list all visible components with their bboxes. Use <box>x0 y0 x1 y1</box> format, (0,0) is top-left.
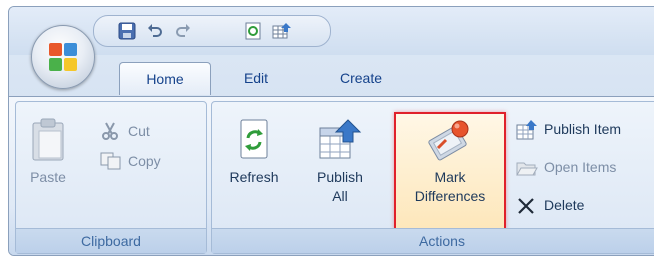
refresh-button[interactable]: Refresh <box>222 118 286 187</box>
paste-label: Paste <box>30 169 66 185</box>
office-logo-icon <box>49 43 77 71</box>
copy-icon <box>100 152 121 170</box>
open-items-label: Open Items <box>544 159 617 175</box>
scissors-icon <box>102 122 118 140</box>
mark-differences-label-line1: Mark <box>434 169 466 185</box>
mark-differences-icon <box>428 120 469 161</box>
ribbon-window: Home Edit Create Paste Cut Copy Clipboar… <box>8 6 654 256</box>
group-actions: Refresh Publish All Mark Differences Pub… <box>211 101 654 254</box>
tab-create[interactable]: Create <box>321 62 401 94</box>
refresh-icon[interactable] <box>244 22 264 40</box>
copy-button[interactable]: Copy <box>100 150 200 172</box>
ribbon-tabs: Home Edit Create <box>9 55 654 99</box>
mark-differences-label-line2: Differences <box>414 188 486 204</box>
delete-button[interactable]: Delete <box>516 194 654 216</box>
actions-group-label: Actions <box>212 228 654 253</box>
save-icon[interactable] <box>118 22 138 40</box>
paste-icon <box>32 118 64 161</box>
publish-all-label-line2: All <box>332 188 348 204</box>
delete-label: Delete <box>544 197 585 213</box>
refresh-label: Refresh <box>229 169 279 185</box>
open-items-button[interactable]: Open Items <box>516 156 654 178</box>
copy-label: Copy <box>128 153 161 169</box>
office-button[interactable] <box>31 25 95 89</box>
open-folder-icon <box>516 162 538 176</box>
tab-edit[interactable]: Edit <box>221 62 291 94</box>
refresh-document-icon <box>240 119 268 159</box>
publish-item-icon <box>516 120 537 140</box>
cut-button[interactable]: Cut <box>100 120 196 142</box>
redo-icon[interactable] <box>174 22 194 40</box>
cut-label: Cut <box>128 123 150 139</box>
publish-item-button[interactable]: Publish Item <box>516 118 654 140</box>
publish-item-label: Publish Item <box>544 121 622 137</box>
paste-button[interactable]: Paste <box>22 118 74 187</box>
mark-differences-button[interactable]: Mark Differences <box>396 118 504 206</box>
publish-all-icon <box>319 119 362 159</box>
group-clipboard: Paste Cut Copy Clipboard <box>15 101 207 254</box>
delete-x-icon <box>518 198 534 214</box>
publish-all-button[interactable]: Publish All <box>304 118 376 206</box>
publish-all-label-line1: Publish <box>317 169 363 185</box>
quick-access-toolbar <box>93 15 331 47</box>
publish-icon[interactable] <box>272 22 292 40</box>
tab-home[interactable]: Home <box>119 62 211 95</box>
title-bar <box>9 7 654 55</box>
clipboard-group-label: Clipboard <box>16 228 206 253</box>
undo-icon[interactable] <box>146 22 166 40</box>
ribbon-body: Paste Cut Copy Clipboard Refresh Publish… <box>9 96 654 255</box>
